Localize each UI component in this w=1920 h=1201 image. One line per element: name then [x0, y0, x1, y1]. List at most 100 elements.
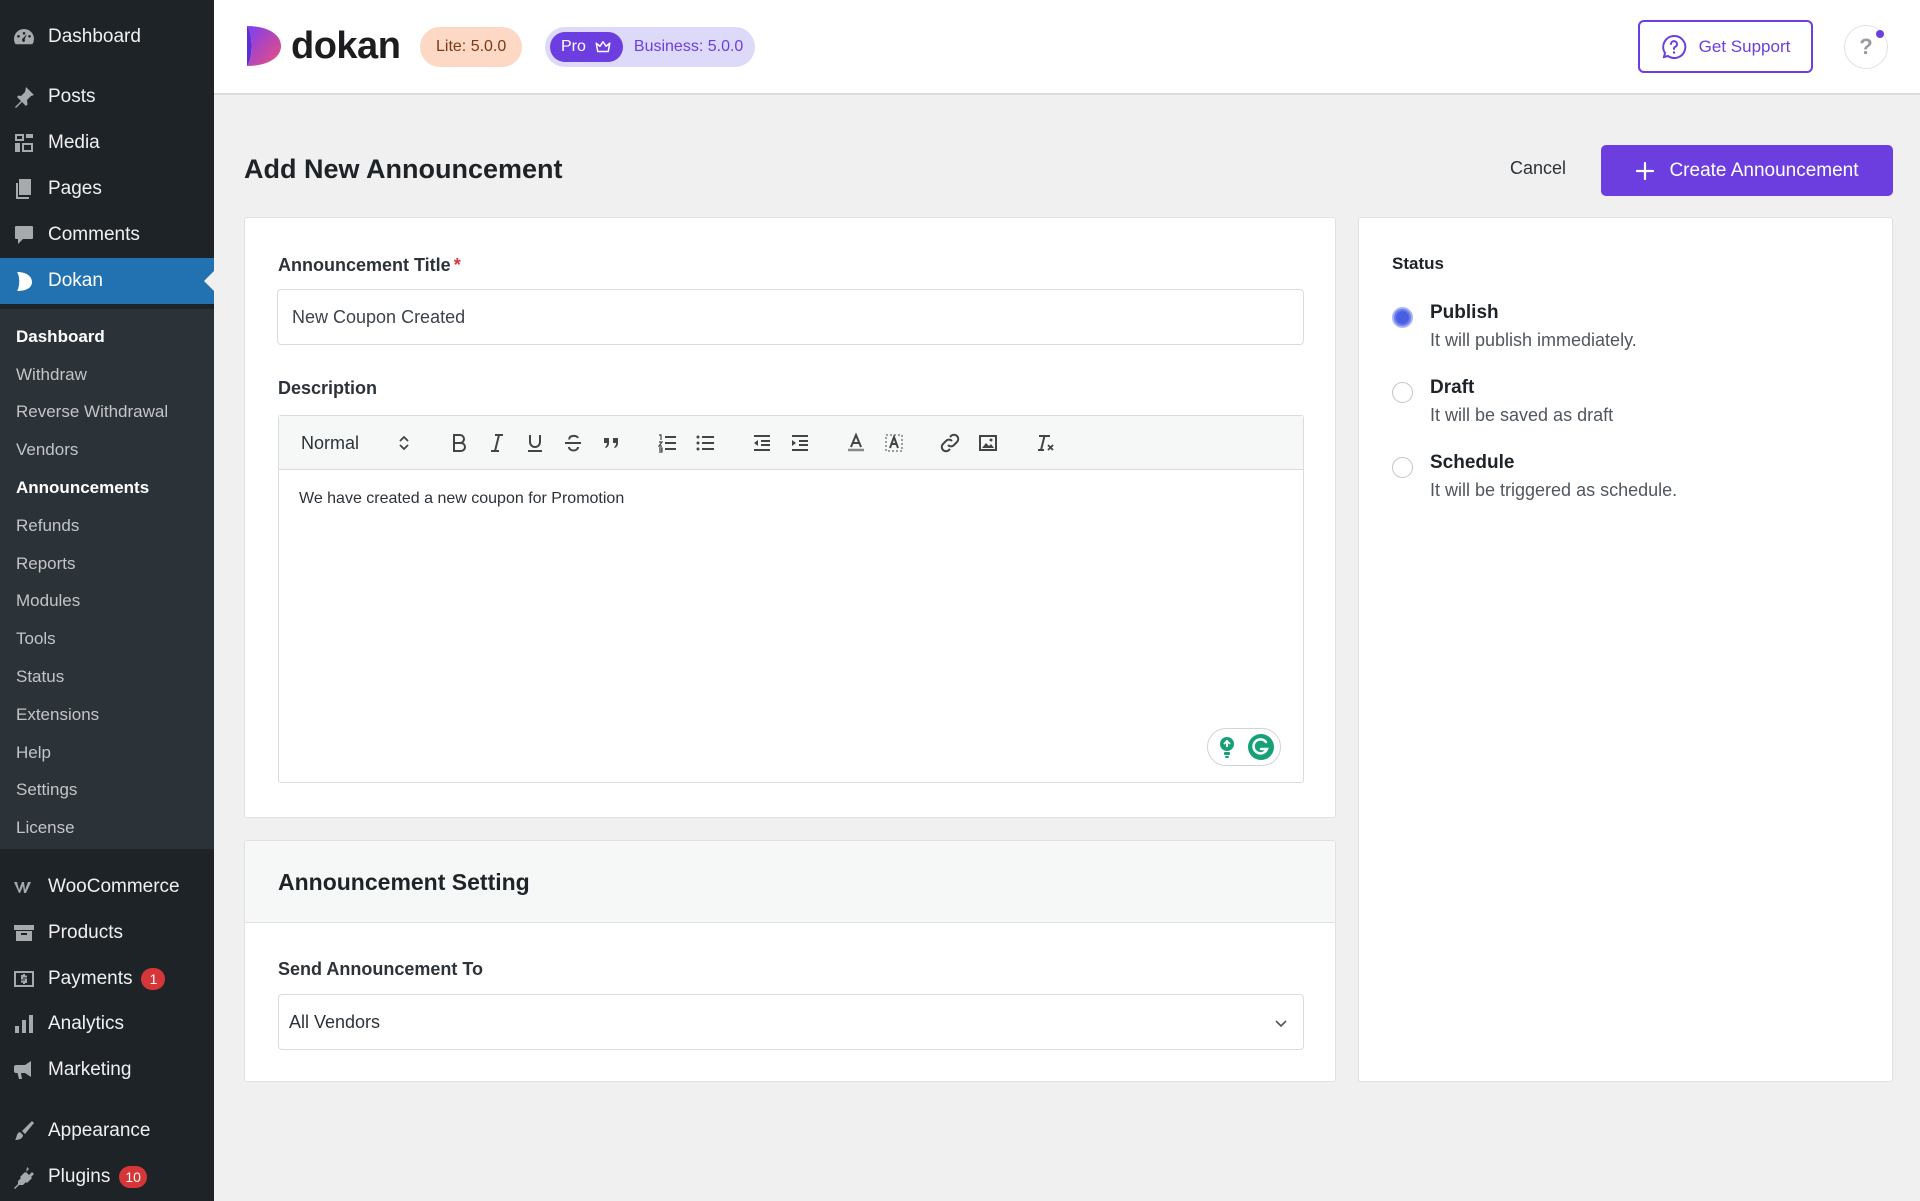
menu-item-payments[interactable]: Payments 1: [0, 956, 214, 1002]
strikethrough-icon: [565, 434, 581, 452]
status-option-publish[interactable]: Publish It will publish immediately.: [1392, 302, 1862, 362]
draft-title: Draft: [1430, 377, 1475, 398]
outdent-icon: [754, 435, 770, 451]
text-color-button[interactable]: [842, 429, 870, 457]
payments-count-badge: 1: [141, 968, 166, 990]
menu-item-woocommerce[interactable]: WooCommerce: [0, 864, 214, 910]
menu-item-label: Products: [48, 922, 123, 943]
submenu-item-modules[interactable]: Modules: [0, 583, 214, 621]
cancel-button[interactable]: Cancel: [1510, 158, 1566, 179]
create-announcement-button[interactable]: Create Announcement: [1601, 145, 1893, 196]
submenu-item-reverse-withdrawal[interactable]: Reverse Withdrawal: [0, 394, 214, 432]
submenu-item-license[interactable]: License: [0, 809, 214, 847]
pro-pill: Pro: [550, 32, 623, 62]
editor-content[interactable]: We have created a new coupon for Promoti…: [299, 490, 624, 508]
plug-icon: [11, 1164, 37, 1190]
text-format-select[interactable]: Normal: [301, 432, 417, 454]
announcement-title-input[interactable]: [277, 289, 1304, 345]
menu-item-label: Media: [48, 132, 100, 153]
submenu-item-help[interactable]: Help: [0, 734, 214, 772]
menu-item-analytics[interactable]: Analytics: [0, 1001, 214, 1047]
indent-button[interactable]: [786, 429, 814, 457]
send-to-select[interactable]: All Vendors: [278, 994, 1304, 1050]
status-option-draft[interactable]: Draft It will be saved as draft: [1392, 377, 1862, 437]
submenu-item-refunds[interactable]: Refunds: [0, 507, 214, 545]
bar-chart-icon: [11, 1011, 37, 1037]
ordered-list-button[interactable]: [653, 429, 681, 457]
crown-icon: [595, 41, 611, 53]
submenu-item-dashboard[interactable]: Dashboard: [0, 318, 214, 356]
question-chat-icon: [1661, 34, 1686, 59]
menu-item-dokan[interactable]: Dokan: [0, 258, 214, 304]
pro-version-badge: Pro Business: 5.0.0: [545, 27, 756, 67]
background-color-button[interactable]: [880, 429, 908, 457]
submenu-item-tools[interactable]: Tools: [0, 620, 214, 658]
help-button[interactable]: ?: [1844, 25, 1888, 69]
menu-item-label: Dashboard: [48, 26, 141, 47]
dokan-logo-icon: [247, 26, 281, 66]
bold-button[interactable]: [445, 429, 473, 457]
menu-item-comments[interactable]: Comments: [0, 212, 214, 258]
menu-item-products[interactable]: Products: [0, 910, 214, 956]
grammarly-widget[interactable]: [1207, 728, 1281, 766]
plus-icon: [1636, 161, 1655, 180]
schedule-radio[interactable]: [1392, 457, 1413, 478]
pages-icon: [11, 176, 37, 202]
get-support-button[interactable]: Get Support: [1638, 20, 1813, 73]
submenu-item-status[interactable]: Status: [0, 658, 214, 696]
menu-item-media[interactable]: Media: [0, 120, 214, 166]
strikethrough-button[interactable]: [559, 429, 587, 457]
menu-item-appearance[interactable]: Appearance: [0, 1108, 214, 1154]
lightbulb-icon: [1220, 737, 1234, 758]
payment-icon: [11, 966, 37, 992]
underline-icon: [528, 435, 542, 452]
menu-item-plugins[interactable]: Plugins 10: [0, 1154, 214, 1200]
megaphone-icon: [11, 1057, 37, 1083]
submenu-item-announcements[interactable]: Announcements: [0, 469, 214, 507]
ordered-list-icon: [657, 434, 676, 453]
italic-button[interactable]: [483, 429, 511, 457]
menu-item-label: Pages: [48, 178, 102, 199]
publish-radio[interactable]: [1392, 307, 1413, 328]
logo-text: dokan: [291, 24, 401, 67]
blockquote-button[interactable]: [597, 429, 625, 457]
submenu-item-settings[interactable]: Settings: [0, 772, 214, 810]
menu-item-posts[interactable]: Posts: [0, 74, 214, 120]
menu-item-label: Analytics: [48, 1013, 125, 1034]
bullet-list-icon: [696, 435, 714, 451]
brush-icon: [11, 1118, 37, 1144]
draft-radio[interactable]: [1392, 382, 1413, 403]
get-support-label: Get Support: [1698, 36, 1791, 56]
underline-button[interactable]: [521, 429, 549, 457]
dokan-logo: dokan: [245, 24, 401, 68]
menu-item-dashboard[interactable]: Dashboard: [0, 14, 214, 60]
outdent-button[interactable]: [748, 429, 776, 457]
dokan-header: dokan Lite: 5.0.0 Pro Business: 5.0.0 Ge…: [214, 0, 1920, 95]
schedule-description: It will be triggered as schedule.: [1430, 480, 1678, 500]
clear-format-button[interactable]: [1031, 429, 1059, 457]
menu-item-pages[interactable]: Pages: [0, 166, 214, 212]
pin-icon: [11, 84, 37, 110]
menu-item-label: WooCommerce: [48, 876, 180, 897]
bullet-list-button[interactable]: [691, 429, 719, 457]
submenu-item-reports[interactable]: Reports: [0, 545, 214, 583]
send-to-label: Send Announcement To: [278, 959, 483, 979]
link-icon: [940, 433, 960, 453]
link-button[interactable]: [936, 429, 964, 457]
plugins-count-badge: 10: [119, 1166, 147, 1188]
dokan-submenu: Dashboard Withdraw Reverse Withdrawal Ve…: [0, 309, 214, 849]
image-button[interactable]: [974, 429, 1002, 457]
menu-item-marketing[interactable]: Marketing: [0, 1047, 214, 1093]
submenu-item-withdraw[interactable]: Withdraw: [0, 356, 214, 394]
italic-icon: [491, 434, 503, 452]
status-option-schedule[interactable]: Schedule It will be triggered as schedul…: [1392, 452, 1862, 512]
description-field-label: Description: [278, 378, 378, 398]
admin-sidebar: Dashboard Posts Media Pages Comments Dok…: [0, 0, 214, 1201]
submenu-item-vendors[interactable]: Vendors: [0, 431, 214, 469]
bold-icon: [453, 434, 466, 452]
gauge-icon: [11, 24, 37, 50]
status-card: Status Publish It will publish immediate…: [1358, 217, 1893, 1082]
highlight-icon: [885, 434, 903, 452]
menu-item-label: Marketing: [48, 1059, 132, 1080]
submenu-item-extensions[interactable]: Extensions: [0, 696, 214, 734]
